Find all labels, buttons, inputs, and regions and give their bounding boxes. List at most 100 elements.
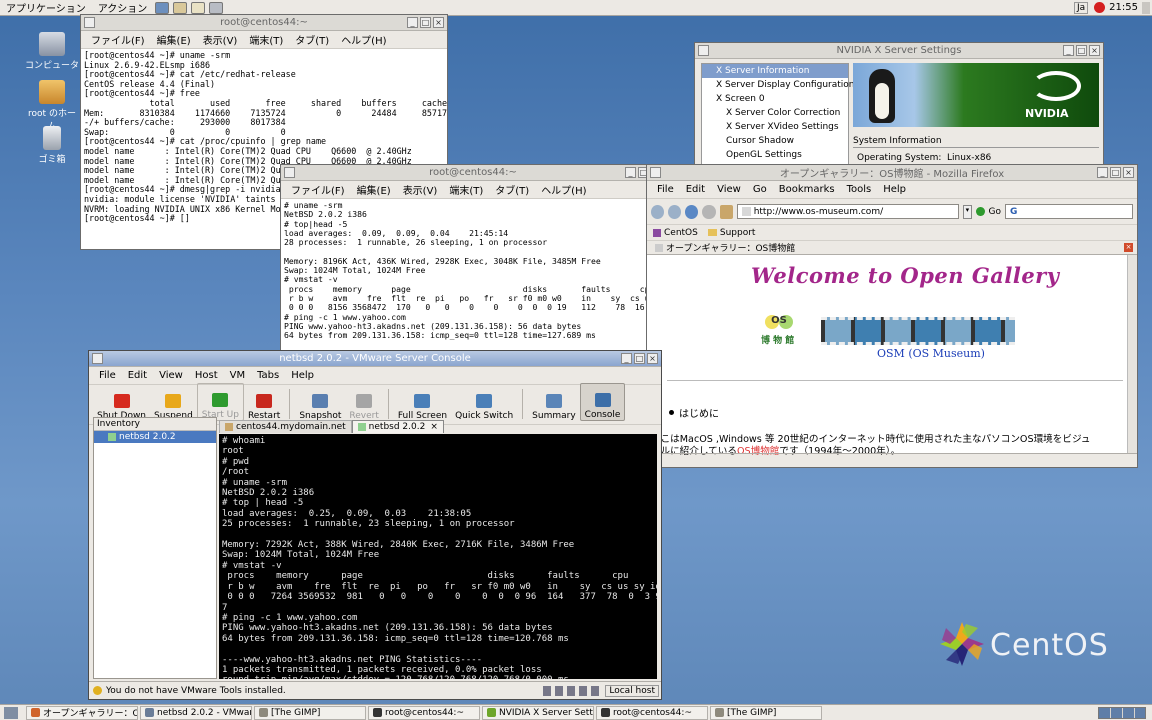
close-icon[interactable]: × [647, 353, 658, 364]
menu-file[interactable]: File [93, 370, 122, 381]
menu-tabs[interactable]: タブ(T) [289, 32, 335, 47]
menu-help[interactable]: Help [285, 370, 320, 381]
tree-item-xvideo[interactable]: X Server XVideo Settings [702, 120, 848, 134]
tab-os-museum[interactable]: オープンギャラリー：OS博物館 [651, 241, 799, 254]
screenshot-launcher-icon[interactable] [209, 1, 224, 14]
bookmark-support[interactable]: Support [707, 228, 755, 238]
taskbar-item-terminal-2[interactable]: root@centos44:~ [596, 705, 708, 720]
tree-item-x-server-info[interactable]: X Server Information [702, 64, 848, 78]
menu-tabs[interactable]: Tabs [251, 370, 285, 381]
window-menu-icon[interactable] [92, 353, 103, 364]
minimize-icon[interactable]: _ [1097, 167, 1108, 178]
maximize-icon[interactable]: □ [420, 17, 431, 28]
menu-go[interactable]: Go [747, 184, 773, 195]
taskbar-item-vmware[interactable]: netbsd 2.0.2 - VMware Serv [140, 705, 252, 720]
terminal-2-output[interactable]: # uname -srm NetBSD 2.0.2 i386 # top|hea… [281, 199, 665, 355]
close-icon[interactable]: × [1123, 167, 1134, 178]
taskbar-item-gimp-2[interactable]: [The GIMP] [710, 705, 822, 720]
vertical-scrollbar[interactable] [1127, 255, 1137, 453]
firefox-window[interactable]: オープンギャラリー：OS博物館 - Mozilla Firefox _ □ × Fi… [646, 164, 1138, 468]
tab-netbsd[interactable]: netbsd 2.0.2 × [351, 420, 444, 433]
terminal-window-2[interactable]: root@centos44:~ _□× ファイル(F) 編集(E) 表示(V) … [280, 164, 666, 356]
vmware-titlebar[interactable]: netbsd 2.0.2 - VMware Server Console _ □ × [89, 351, 661, 367]
taskbar-item-firefox[interactable]: オープンギャラリー：OS博物 [26, 705, 138, 720]
show-desktop-icon[interactable] [4, 706, 18, 719]
desktop-icon-home[interactable]: root のホーム [24, 80, 80, 132]
menu-host[interactable]: Host [189, 370, 224, 381]
quick-switch-button[interactable]: Quick Switch [451, 383, 517, 421]
snapshot-button[interactable]: Snapshot [295, 383, 345, 421]
menu-edit[interactable]: 編集(E) [151, 32, 197, 47]
menu-tools[interactable]: Tools [841, 184, 878, 195]
menu-file[interactable]: ファイル(F) [85, 32, 151, 47]
go-button[interactable]: Go [989, 207, 1001, 217]
close-tab-icon[interactable]: × [1124, 243, 1133, 252]
web-content[interactable]: Welcome to Open Gallery OS 博 物 館 OSM (OS… [647, 255, 1127, 457]
taskbar-item-gimp-1[interactable]: [The GIMP] [254, 705, 366, 720]
close-icon[interactable]: × [1089, 45, 1100, 56]
nvidia-titlebar[interactable]: NVIDIA X Server Settings _ □ × [695, 43, 1103, 59]
menu-vm[interactable]: VM [224, 370, 251, 381]
firefox-titlebar[interactable]: オープンギャラリー：OS博物館 - Mozilla Firefox _ □ × [647, 165, 1137, 181]
stop-icon[interactable] [702, 204, 716, 219]
menu-help[interactable]: ヘルプ(H) [535, 182, 592, 197]
window-menu-icon[interactable] [284, 167, 295, 178]
vmware-window[interactable]: netbsd 2.0.2 - VMware Server Console _ □ ×… [88, 350, 662, 700]
maximize-icon[interactable]: □ [634, 353, 645, 364]
tree-item-cursor-shadow[interactable]: Cursor Shadow [702, 134, 848, 148]
console-button[interactable]: Console [579, 383, 626, 421]
tree-item-x-screen-0[interactable]: X Screen 0 [702, 92, 848, 106]
minimize-icon[interactable]: _ [1063, 45, 1074, 56]
go-icon[interactable] [976, 207, 985, 216]
tree-item-display-config[interactable]: X Server Display Configuration [702, 78, 854, 92]
back-icon[interactable] [651, 204, 665, 219]
url-dropdown-icon[interactable]: ▾ [962, 204, 973, 219]
menu-terminal[interactable]: 端末(T) [443, 182, 489, 197]
update-alert-icon[interactable] [1094, 2, 1106, 13]
menu-view[interactable]: View [153, 370, 189, 381]
web-browser-launcher-icon[interactable] [155, 1, 170, 14]
osm-link[interactable]: OSM (OS Museum) [877, 347, 985, 360]
maximize-icon[interactable]: □ [1076, 45, 1087, 56]
url-bar[interactable]: http://www.os-museum.com/ [736, 204, 959, 219]
window-menu-icon[interactable] [84, 17, 95, 28]
close-tab-icon[interactable]: × [430, 422, 438, 432]
desktop-icon-computer[interactable]: コンピュータ [24, 32, 80, 71]
minimize-icon[interactable]: _ [625, 167, 636, 178]
nvidia-settings-window[interactable]: NVIDIA X Server Settings _ □ × X Server In… [694, 42, 1104, 172]
terminal-1-titlebar[interactable]: root@centos44:~ _ □ × [81, 15, 447, 31]
revert-button[interactable]: Revert [345, 383, 382, 421]
workspace-switcher[interactable] [1098, 706, 1146, 719]
taskbar-item-nvidia[interactable]: NVIDIA X Server Settings [482, 705, 594, 720]
close-icon[interactable]: × [433, 17, 444, 28]
menu-help[interactable]: Help [877, 184, 912, 195]
actions-menu[interactable]: アクション [92, 0, 154, 15]
reload-icon[interactable] [685, 204, 699, 219]
home-icon[interactable] [719, 204, 733, 219]
input-language-indicator[interactable]: Ja [1074, 1, 1089, 14]
clock[interactable]: 21:55 [1109, 2, 1138, 13]
tree-item-opengl[interactable]: OpenGL Settings [702, 148, 848, 162]
window-menu-icon[interactable] [698, 45, 709, 56]
desktop-icon-trash[interactable]: ゴミ箱 [24, 126, 80, 165]
inventory-item-netbsd[interactable]: netbsd 2.0.2 [94, 431, 216, 443]
search-box[interactable]: G [1005, 204, 1134, 219]
restart-button[interactable]: Restart [244, 383, 284, 421]
terminal-2-titlebar[interactable]: root@centos44:~ _□× [281, 165, 665, 181]
menu-bookmarks[interactable]: Bookmarks [773, 184, 841, 195]
bookmark-centos[interactable]: CentOS [653, 228, 698, 238]
menu-file[interactable]: File [651, 184, 680, 195]
minimize-icon[interactable]: _ [621, 353, 632, 364]
full-screen-button[interactable]: Full Screen [394, 383, 451, 421]
device-status-icons[interactable] [543, 685, 600, 696]
menu-terminal[interactable]: 端末(T) [243, 32, 289, 47]
tree-item-color-correction[interactable]: X Server Color Correction [702, 106, 848, 120]
mail-launcher-icon[interactable] [173, 1, 188, 14]
taskbar-item-terminal-1[interactable]: root@centos44:~ [368, 705, 480, 720]
suspend-button[interactable]: Suspend [150, 383, 197, 421]
vm-console-screen[interactable]: # whoami root # pwd /root # uname -srm N… [219, 434, 657, 679]
minimize-icon[interactable]: _ [407, 17, 418, 28]
editor-launcher-icon[interactable] [191, 1, 206, 14]
menu-tabs[interactable]: タブ(T) [489, 182, 535, 197]
menu-help[interactable]: ヘルプ(H) [335, 32, 392, 47]
